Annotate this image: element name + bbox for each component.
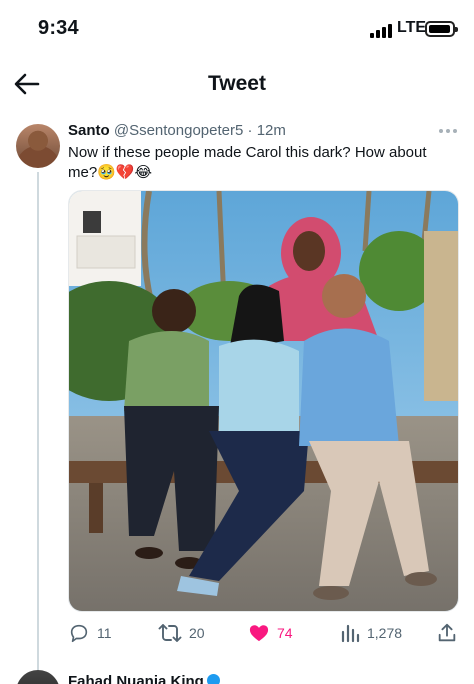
separator: · [247, 122, 253, 139]
like-button[interactable]: 74 [248, 620, 293, 646]
reply-count: 11 [97, 625, 112, 641]
like-count: 74 [277, 625, 293, 641]
battery-icon [425, 21, 458, 37]
reply-button[interactable]: 11 [68, 620, 112, 646]
retweet-icon [158, 624, 182, 642]
author-handle[interactable]: @Ssentongopeter5 [114, 122, 244, 139]
verified-badge-icon [206, 674, 220, 684]
status-bar: 9:34 LTE [0, 0, 474, 60]
reply-icon [70, 624, 88, 643]
next-author-name[interactable]: Fahad Nuania King [68, 673, 220, 684]
next-author-avatar[interactable] [16, 670, 60, 684]
header: Tweet [0, 60, 474, 110]
thread-line [37, 172, 39, 672]
retweet-count: 20 [189, 625, 205, 641]
more-dots-icon[interactable] [437, 122, 459, 138]
views-icon [341, 624, 360, 643]
share-button[interactable] [436, 620, 458, 646]
status-time: 9:34 [38, 17, 79, 39]
retweet-button[interactable]: 20 [158, 620, 205, 646]
views-count: 1,278 [367, 625, 403, 641]
author-name[interactable]: Santo [68, 122, 110, 139]
network-label: LTE [397, 19, 427, 36]
views-button[interactable]: 1,278 [340, 620, 402, 646]
author-avatar[interactable] [16, 124, 60, 168]
next-author-name-text: Fahad Nuania King [68, 673, 204, 684]
tweet-time[interactable]: 12m [257, 122, 286, 139]
signal-icon [370, 24, 392, 38]
tweet-text: Now if these people made Carol this dark… [68, 144, 427, 181]
share-icon [438, 623, 456, 642]
tweet-header: Santo @Ssentongopeter5 · 12m [68, 122, 286, 139]
page-title: Tweet [208, 72, 266, 95]
tweet-actions: 11 20 74 1,278 [68, 620, 460, 646]
tweet-photo[interactable] [68, 190, 459, 612]
heart-icon [249, 625, 269, 642]
